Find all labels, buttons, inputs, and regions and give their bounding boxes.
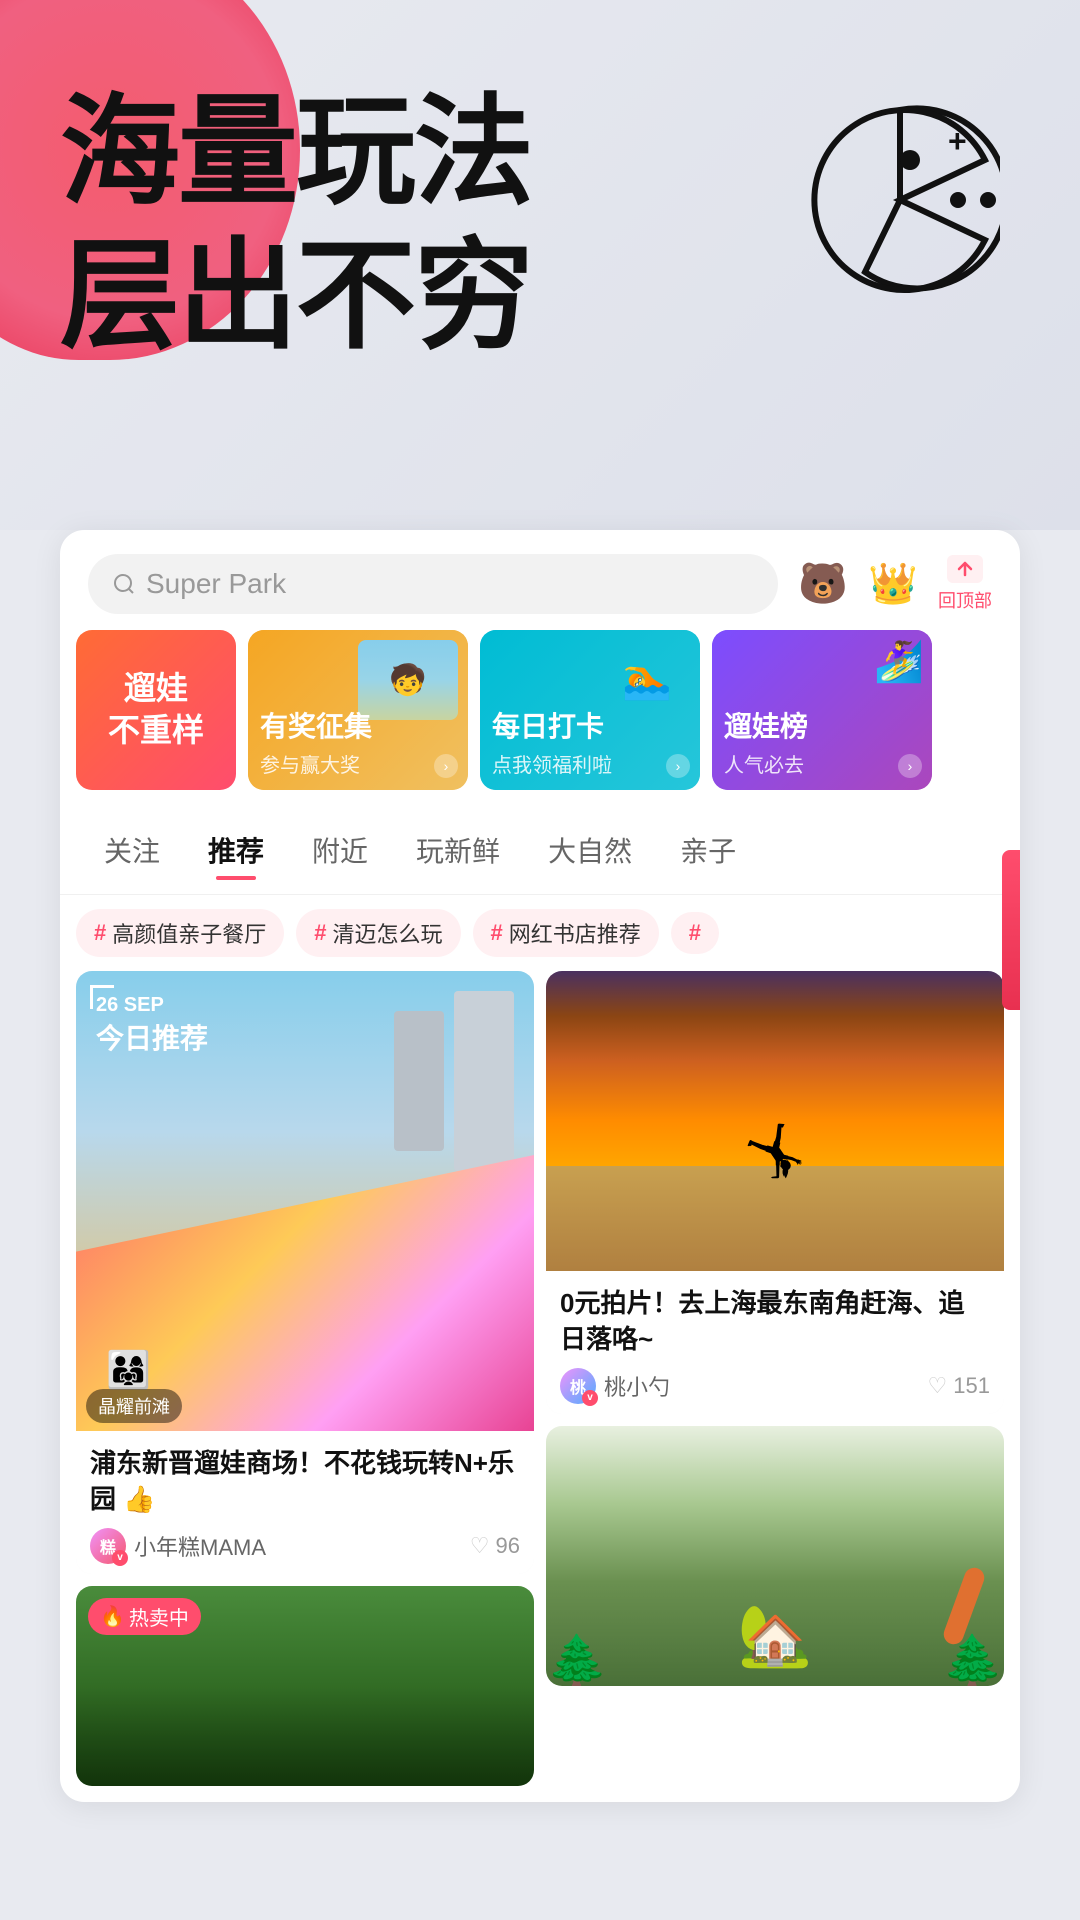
card-nature-cabin[interactable]: 🌲 🌲 🏡	[546, 1426, 1004, 1686]
tab-fresh[interactable]: 玩新鲜	[392, 814, 524, 886]
tab-nature[interactable]: 大自然	[524, 814, 656, 886]
svg-text:+: +	[948, 123, 967, 159]
nav-tabs: 关注 推荐 附近 玩新鲜 大自然 亲子	[60, 806, 1020, 895]
hero-section: 海量玩法 层出不穷 +	[0, 0, 1080, 530]
search-bar[interactable]: Super Park	[88, 554, 778, 614]
heart-icon-2: ♡	[928, 1373, 948, 1399]
tag-1[interactable]: # 高颜值亲子餐厅	[76, 909, 284, 957]
card-1-title: 浦东新晋遛娃商场！不花钱玩转N+乐园 👍	[90, 1445, 520, 1518]
author-2-avatar: 桃 v	[560, 1368, 596, 1404]
card-2-footer: 桃 v 桃小勺 ♡ 151	[560, 1368, 990, 1404]
banner-2-title: 有奖征集	[260, 709, 456, 745]
header-icons: 🐻 👑 回顶部	[798, 555, 992, 613]
tab-family[interactable]: 亲子	[656, 814, 760, 886]
content-col-right: 🤸‍♀️ 0元拍片！去上海最东南角赶海、追日落咯~ 桃 v 桃小勺	[546, 971, 1004, 1786]
hot-badge: 🔥 热卖中	[88, 1598, 201, 1635]
card-2-author: 桃 v 桃小勺	[560, 1368, 670, 1404]
banner-card-4[interactable]: 🏄‍♀️ 遛娃榜 人气必去 ›	[712, 630, 932, 790]
card-1-body: 浦东新晋遛娃商场！不花钱玩转N+乐园 👍 糕 v 小年糕MAMA ♡	[76, 1431, 534, 1574]
search-placeholder: Super Park	[146, 568, 286, 600]
card-2-body: 0元拍片！去上海最东南角赶海、追日落咯~ 桃 v 桃小勺 ♡	[546, 1271, 1004, 1414]
tab-recommend[interactable]: 推荐	[184, 814, 288, 886]
heart-icon-1: ♡	[470, 1533, 490, 1559]
top-icon	[947, 555, 983, 583]
search-bar-row: Super Park 🐻 👑 回顶部	[60, 530, 1020, 630]
author-1-name: 小年糕MAMA	[134, 1530, 266, 1562]
banner-card-1[interactable]: 遛娃不重样	[76, 630, 236, 790]
location-badge: 晶耀前滩	[86, 1389, 182, 1423]
bear-emoji: 🐻	[798, 564, 848, 604]
banner-card-2[interactable]: 🧒 有奖征集 参与赢大奖 ›	[248, 630, 468, 790]
tag-3[interactable]: # 网红书店推荐	[473, 909, 659, 957]
top-btn[interactable]: 回顶部	[938, 555, 992, 613]
search-icon	[112, 572, 136, 596]
bear-icon-btn[interactable]: 🐻	[798, 564, 848, 604]
hero-title: 海量玩法 层出不穷	[60, 80, 532, 368]
tab-follow[interactable]: 关注	[80, 814, 184, 886]
hero-title-line2: 层出不穷	[60, 224, 532, 368]
pacman-icon: +	[800, 100, 1000, 305]
banner-2-sub: 参与赢大奖	[260, 749, 456, 778]
red-side-tab	[1002, 850, 1020, 1010]
content-grid: 👨‍👩‍👧 26 SEP 今日推荐 晶耀前滩 浦东新晋遛娃商场！不花钱玩转N+乐…	[60, 971, 1020, 1802]
app-card: Super Park 🐻 👑 回顶部	[60, 530, 1020, 1802]
tag-row: # 高颜值亲子餐厅 # 清迈怎么玩 # 网红书店推荐 #	[60, 895, 1020, 971]
author-1-avatar: 糕 v	[90, 1528, 126, 1564]
card-today-recommend[interactable]: 👨‍👩‍👧 26 SEP 今日推荐 晶耀前滩 浦东新晋遛娃商场！不花钱玩转N+乐…	[76, 971, 534, 1574]
card-1-likes: ♡ 96	[470, 1533, 520, 1559]
top-label: 回顶部	[938, 587, 992, 613]
banner-row: 遛娃不重样 🧒 有奖征集 参与赢大奖 › 🏊 每日打卡	[60, 630, 1020, 806]
card-2-title: 0元拍片！去上海最东南角赶海、追日落咯~	[560, 1285, 990, 1358]
banner-1-title: 遛娃不重样	[108, 668, 204, 751]
banner-3-sub: 点我领福利啦	[492, 749, 688, 778]
card-sunset-beach[interactable]: 🤸‍♀️ 0元拍片！去上海最东南角赶海、追日落咯~ 桃 v 桃小勺	[546, 971, 1004, 1414]
tag-more[interactable]: #	[671, 912, 719, 954]
tag-2[interactable]: # 清迈怎么玩	[296, 909, 460, 957]
banner-3-title: 每日打卡	[492, 709, 688, 745]
banner-4-title: 遛娃榜	[724, 709, 920, 745]
date-badge: 26 SEP 今日推荐	[96, 991, 208, 1058]
content-col-left: 👨‍👩‍👧 26 SEP 今日推荐 晶耀前滩 浦东新晋遛娃商场！不花钱玩转N+乐…	[76, 971, 534, 1786]
card-2-likes: ♡ 151	[928, 1373, 990, 1399]
banner-4-sub: 人气必去	[724, 749, 920, 778]
banner-card-3[interactable]: 🏊 每日打卡 点我领福利啦 ›	[480, 630, 700, 790]
card-1-author: 糕 v 小年糕MAMA	[90, 1528, 266, 1564]
tab-nearby[interactable]: 附近	[288, 814, 392, 886]
author-2-name: 桃小勺	[604, 1370, 670, 1402]
hero-title-line1: 海量玩法	[60, 80, 532, 224]
card-hot-sale[interactable]: 🔥 热卖中	[76, 1586, 534, 1786]
crown-emoji: 👑	[868, 564, 918, 604]
crown-icon-btn[interactable]: 👑	[868, 564, 918, 604]
card-1-footer: 糕 v 小年糕MAMA ♡ 96	[90, 1528, 520, 1564]
